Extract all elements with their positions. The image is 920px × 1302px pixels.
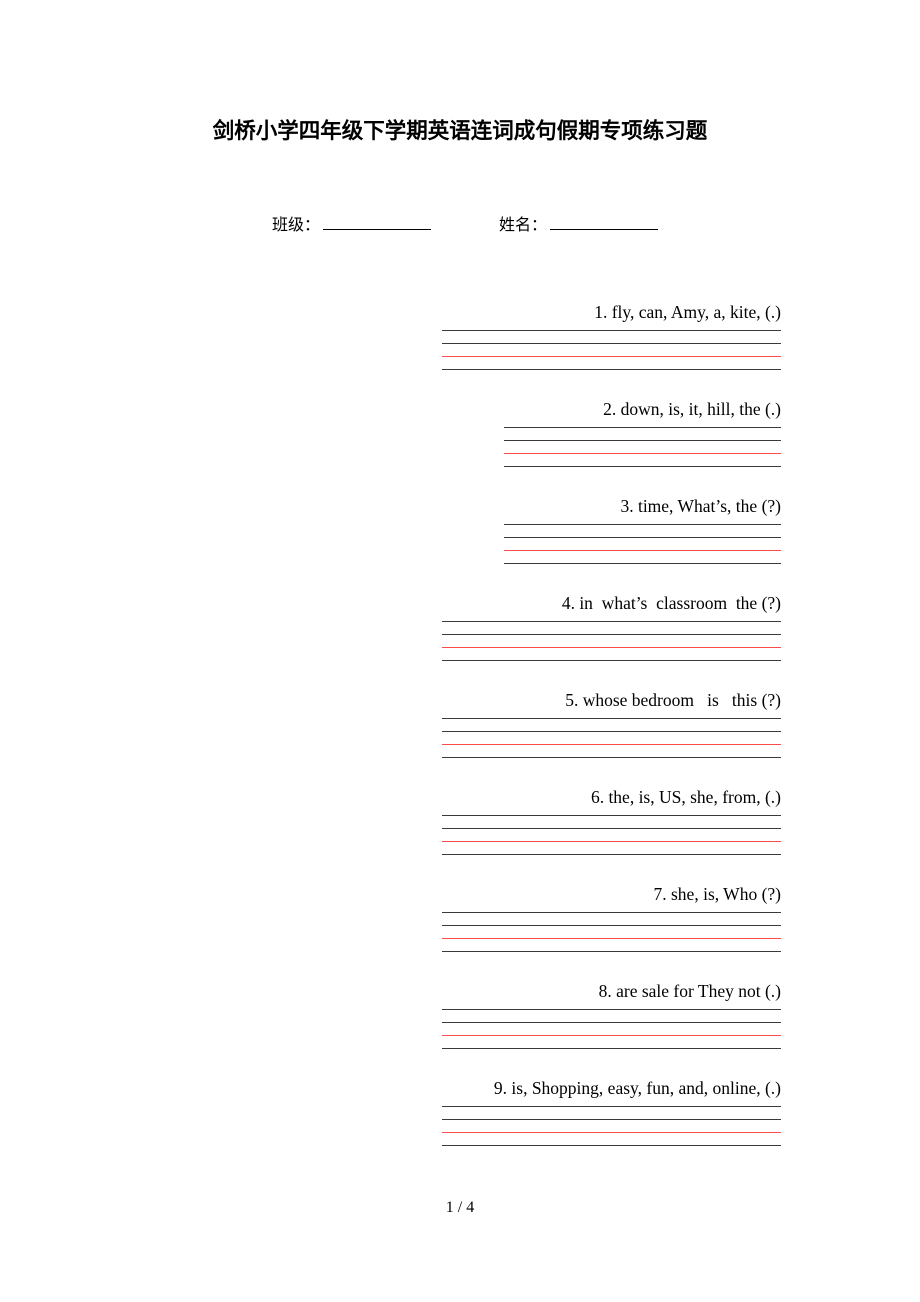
page-number-footer: 1 / 4 xyxy=(445,1199,475,1216)
answer-writing-lines[interactable] xyxy=(504,524,781,564)
writing-guide-line-black xyxy=(442,757,781,758)
writing-guide-line-black xyxy=(442,369,781,370)
answer-writing-lines[interactable] xyxy=(442,815,781,855)
writing-guide-line-black xyxy=(442,634,781,635)
writing-guide-line-black xyxy=(442,660,781,661)
writing-guide-line-black xyxy=(442,718,781,719)
question-text: 2. down, is, it, hill, the (.) xyxy=(603,399,781,419)
question-text: 5. whose bedroom is this (?) xyxy=(565,690,781,710)
writing-guide-line-black xyxy=(504,466,781,467)
writing-guide-line-black xyxy=(442,1048,781,1049)
writing-guide-line-black xyxy=(442,951,781,952)
student-info-header: 班级： 姓名： xyxy=(272,214,792,244)
writing-guide-line-black xyxy=(442,330,781,331)
writing-guide-line-red xyxy=(442,1132,781,1133)
writing-guide-line-black xyxy=(504,537,781,538)
writing-guide-line-red xyxy=(442,356,781,357)
writing-guide-line-black xyxy=(442,854,781,855)
name-blank-input[interactable] xyxy=(550,214,659,230)
answer-writing-lines[interactable] xyxy=(442,912,781,952)
answer-writing-lines[interactable] xyxy=(442,1106,781,1146)
writing-guide-line-red xyxy=(504,550,781,551)
writing-guide-line-black xyxy=(442,828,781,829)
name-label: 姓名： xyxy=(499,215,548,234)
answer-writing-lines[interactable] xyxy=(442,330,781,370)
question-text: 7. she, is, Who (?) xyxy=(653,884,782,904)
writing-guide-line-black xyxy=(442,925,781,926)
question-text: 4. in what’s classroom the (?) xyxy=(561,593,781,613)
class-blank-input[interactable] xyxy=(323,214,432,230)
name-field-group: 姓名： xyxy=(499,214,659,236)
answer-writing-lines[interactable] xyxy=(442,1009,781,1049)
writing-guide-line-black xyxy=(504,440,781,441)
question-text: 3. time, What’s, the (?) xyxy=(620,496,781,516)
page-title: 剑桥小学四年级下学期英语连词成句假期专项练习题 xyxy=(212,119,708,144)
class-field-group: 班级： xyxy=(272,214,432,236)
writing-guide-line-black xyxy=(442,912,781,913)
writing-guide-line-red xyxy=(442,647,781,648)
writing-guide-line-black xyxy=(442,343,781,344)
writing-guide-line-red xyxy=(442,744,781,745)
writing-guide-line-black xyxy=(442,1106,781,1107)
writing-guide-line-black xyxy=(442,621,781,622)
writing-guide-line-black xyxy=(442,1022,781,1023)
question-text: 6. the, is, US, she, from, (.) xyxy=(590,787,781,807)
writing-guide-line-red xyxy=(442,938,781,939)
writing-guide-line-black xyxy=(442,815,781,816)
writing-guide-line-black xyxy=(442,1145,781,1146)
writing-guide-line-black xyxy=(504,427,781,428)
writing-guide-line-black xyxy=(442,1009,781,1010)
worksheet-page: 剑桥小学四年级下学期英语连词成句假期专项练习题 班级： 姓名： 1. fly, … xyxy=(0,0,920,1302)
writing-guide-line-black xyxy=(504,563,781,564)
writing-guide-line-black xyxy=(442,731,781,732)
question-text: 1. fly, can, Amy, a, kite, (.) xyxy=(594,302,781,322)
writing-guide-line-red xyxy=(442,1035,781,1036)
writing-guide-line-red xyxy=(442,841,781,842)
question-text: 8. are sale for They not (.) xyxy=(598,981,781,1001)
writing-guide-line-black xyxy=(442,1119,781,1120)
writing-guide-line-black xyxy=(504,524,781,525)
answer-writing-lines[interactable] xyxy=(504,427,781,467)
class-label: 班级： xyxy=(272,215,321,234)
question-text: 9. is, Shopping, easy, fun, and, online,… xyxy=(493,1078,781,1098)
answer-writing-lines[interactable] xyxy=(442,621,781,661)
answer-writing-lines[interactable] xyxy=(442,718,781,758)
writing-guide-line-red xyxy=(504,453,781,454)
